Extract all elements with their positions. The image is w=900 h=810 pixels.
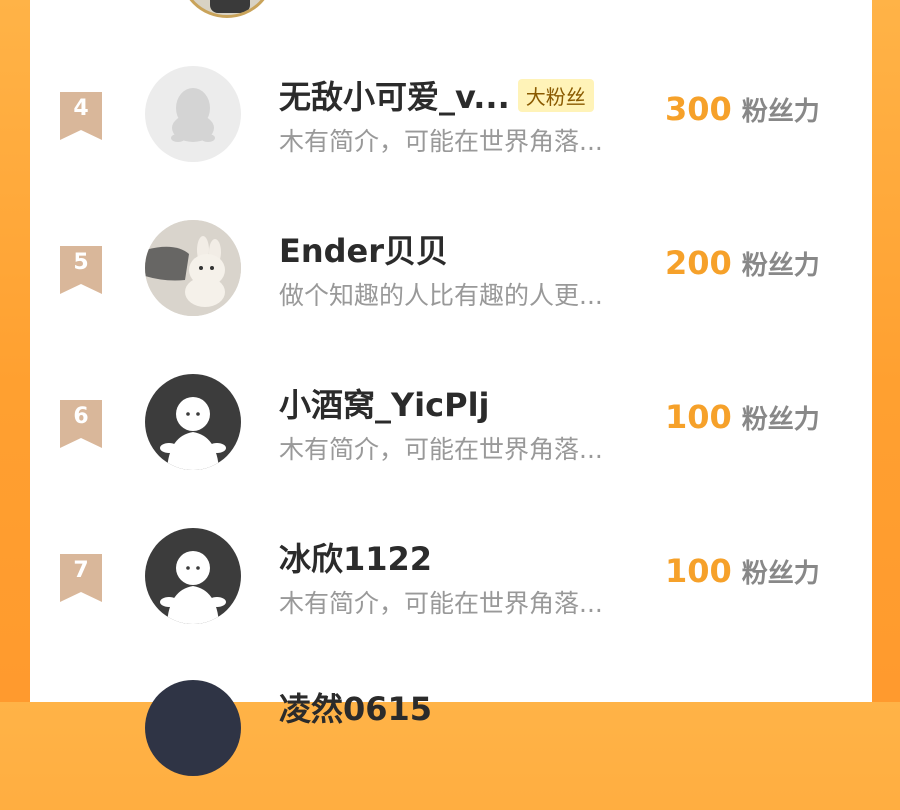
fan-level-tag: 大粉丝 xyxy=(517,78,594,112)
score-unit: 粉丝力 xyxy=(741,405,820,435)
avatar[interactable] xyxy=(145,66,241,162)
user-bio: 做个知趣的人比有趣的人更... xyxy=(279,281,603,310)
user-name[interactable]: Ender贝贝 xyxy=(279,226,448,272)
user-name-text: 凌然0615 xyxy=(279,690,433,728)
default-ghost-avatar-icon xyxy=(160,397,226,470)
fan-power-score: 300 粉丝力 xyxy=(665,90,820,128)
fan-power-score: 200 粉丝力 xyxy=(665,244,820,282)
score-unit: 粉丝力 xyxy=(741,97,820,127)
user-name-text: 冰欣1122 xyxy=(279,540,433,578)
avatar[interactable] xyxy=(145,528,241,624)
ranking-row[interactable]: 凌然0615 xyxy=(30,680,872,810)
user-name[interactable]: 凌然0615 xyxy=(279,684,432,730)
user-bio: 木有简介，可能在世界角落... xyxy=(279,435,603,464)
ranking-row[interactable]: 6 小酒窝_YicPlj 木有简介，可能在世界角落... 100 粉丝力 xyxy=(30,374,872,504)
avatar-partial-top[interactable] xyxy=(179,0,275,18)
score-value: 300 xyxy=(665,90,732,128)
user-bio: 木有简介，可能在世界角落... xyxy=(279,127,603,156)
ranking-row[interactable]: 5 Ender贝贝 做个知趣的人比有趣的人更... 200 粉丝力 xyxy=(30,220,872,350)
fan-power-score: 100 粉丝力 xyxy=(665,398,820,436)
user-name[interactable]: 小酒窝_YicPlj xyxy=(279,380,490,426)
user-name[interactable]: 无敌小可爱_v... 大粉丝 xyxy=(279,72,594,118)
avatar[interactable] xyxy=(145,220,241,316)
score-value: 100 xyxy=(665,398,732,436)
score-value: 100 xyxy=(665,552,732,590)
score-unit: 粉丝力 xyxy=(741,559,820,589)
default-ghost-avatar-icon xyxy=(160,551,226,624)
fan-ranking-panel: 4 无敌小可爱_v... 大粉丝 木有简介，可能在世界角落... 300 粉丝力 5 xyxy=(30,0,872,776)
user-name[interactable]: 冰欣1122 xyxy=(279,534,432,580)
rank-badge: 6 xyxy=(60,400,102,448)
qq-penguin-placeholder-icon xyxy=(171,88,215,142)
user-name-text: Ender贝贝 xyxy=(279,232,449,270)
rank-badge: 7 xyxy=(60,554,102,602)
rank-badge: 5 xyxy=(60,246,102,294)
avatar[interactable] xyxy=(145,680,241,776)
score-unit: 粉丝力 xyxy=(741,251,820,281)
rank-number: 5 xyxy=(73,250,89,275)
avatar[interactable] xyxy=(145,374,241,470)
ranking-row[interactable]: 7 冰欣1122 木有简介，可能在世界角落... 100 粉丝力 xyxy=(30,528,872,658)
ranking-row[interactable]: 4 无敌小可爱_v... 大粉丝 木有简介，可能在世界角落... 300 粉丝力 xyxy=(30,66,872,196)
fan-power-score: 100 粉丝力 xyxy=(665,552,820,590)
score-value: 200 xyxy=(665,244,732,282)
user-name-text: 小酒窝_YicPlj xyxy=(279,386,490,424)
user-bio: 木有简介，可能在世界角落... xyxy=(279,589,603,618)
rank-badge: 4 xyxy=(60,92,102,140)
rank-number: 7 xyxy=(73,558,89,583)
rank-number: 4 xyxy=(73,96,89,121)
user-name-text: 无敌小可爱_v... xyxy=(279,78,510,116)
rank-number: 6 xyxy=(73,404,89,429)
plush-bunny-photo xyxy=(145,220,241,316)
